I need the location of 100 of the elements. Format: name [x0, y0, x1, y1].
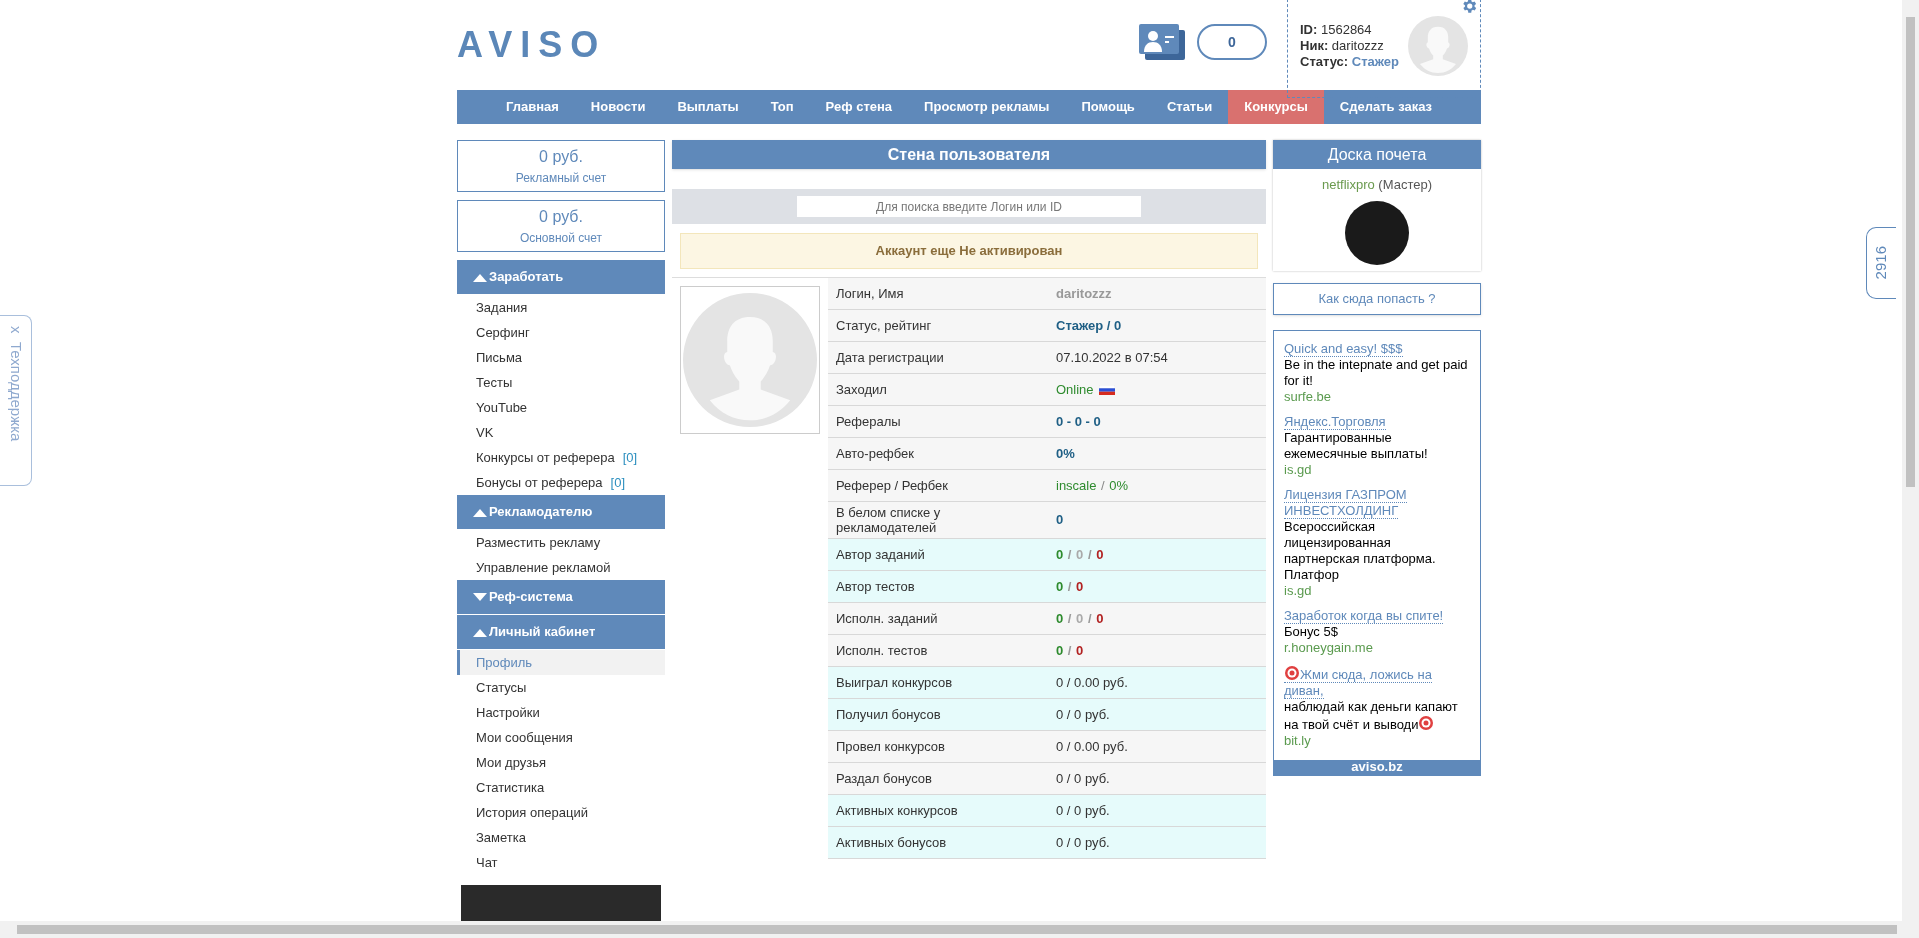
counter-pill[interactable]: 0	[1197, 24, 1267, 60]
sidebar-item[interactable]: Тесты	[457, 370, 665, 395]
section-title: Рекламодателю	[489, 503, 593, 522]
sidebar-section-header[interactable]: Реф-система	[457, 580, 665, 614]
sidebar-item[interactable]: YouTube	[457, 395, 665, 420]
ad-footer[interactable]: aviso.bz	[1274, 759, 1480, 775]
nav-tab[interactable]: Выплаты	[661, 90, 755, 124]
alert-banner: Аккаунт еще Не активирован	[680, 233, 1258, 269]
ad-text: наблюдай как деньги капают на твой счёт и выводи	[1284, 698, 1459, 733]
ad-title[interactable]: Quick and easy! $$$	[1284, 340, 1470, 357]
close-icon[interactable]: x	[4, 326, 27, 334]
section-title: Реф-система	[489, 588, 573, 607]
balance-label: Основной счет	[519, 230, 603, 247]
nav-tab[interactable]: Статьи	[1150, 90, 1229, 124]
row-label: Заходил	[835, 381, 888, 399]
nav-tab[interactable]: Конкурсы	[1228, 90, 1324, 124]
row-value: 0 / 0 руб.	[1056, 801, 1110, 820]
profile-nick: Ник: daritozzz	[1300, 38, 1385, 54]
row-label: Выиграл конкурсов	[835, 674, 954, 692]
ad-domain[interactable]: is.gd	[1284, 582, 1470, 599]
row-label: Активных бонусов	[835, 834, 948, 852]
sidebar-item[interactable]: Мои сообщения	[457, 725, 665, 750]
row-label: Дата регистрации	[835, 349, 945, 367]
sidebar-item[interactable]: Бонусы от реферера [0]	[457, 470, 665, 495]
row-label: Реферер / Рефбек	[835, 477, 949, 495]
ad-domain[interactable]: bit.ly	[1284, 732, 1470, 749]
row-value: 0 / 0 руб.	[1056, 833, 1110, 852]
honor-user: netflixpro (Мастер)	[1322, 176, 1432, 194]
side-counter-tab[interactable]: 2916	[1866, 227, 1896, 299]
sidebar-item[interactable]: Статусы	[457, 675, 665, 700]
ad-text: Be in the intepnate and get paid for it!	[1284, 356, 1469, 389]
wall-title-bar: Стена пользователя	[672, 140, 1266, 169]
flag-icon	[1098, 384, 1115, 395]
sidebar-item[interactable]: Настройки	[457, 700, 665, 725]
search-field[interactable]: Для поиска введите Логин или ID	[797, 196, 1141, 217]
sidebar-item[interactable]: Письма	[457, 345, 665, 370]
sidebar-item[interactable]: Серфинг	[457, 320, 665, 345]
balance-card[interactable]: 0 руб. Основной счет	[457, 200, 665, 252]
nav-tab[interactable]: Новости	[574, 90, 662, 124]
row-label: Активных конкурсов	[835, 802, 959, 820]
row-label: Логин, Имя	[835, 285, 905, 303]
sidebar-section-header[interactable]: Заработать	[457, 260, 665, 294]
balance-amount: 0 руб.	[539, 147, 583, 167]
row-value: 0 / 0.00 руб.	[1056, 673, 1128, 692]
sidebar-section-header[interactable]: Личный кабинет	[457, 615, 665, 649]
section-title: Заработать	[489, 268, 564, 287]
ad-domain[interactable]: surfe.be	[1284, 388, 1470, 405]
sidebar-item[interactable]: VK	[457, 420, 665, 445]
row-label: В белом списке у рекламодателей	[835, 504, 942, 537]
row-value: 07.10.2022 в 07:54	[1056, 348, 1168, 367]
nav-tab[interactable]: Сделать заказ	[1323, 90, 1448, 124]
sidebar-item[interactable]: Разместить рекламу	[457, 530, 665, 555]
support-tab[interactable]: x Техподдержка	[0, 315, 32, 486]
row-value: 0 / 0 / 0	[1056, 545, 1104, 564]
ad-domain[interactable]: r.honeygain.me	[1284, 639, 1470, 656]
balance-card[interactable]: 0 руб. Рекламный счет	[457, 140, 665, 192]
avatar-silhouette	[1408, 16, 1468, 76]
sidebar-section-header[interactable]: Рекламодателю	[457, 495, 665, 529]
count-label: [0]	[622, 448, 638, 467]
row-label: Авто-рефбек	[835, 445, 915, 463]
row-value: 0 / 0	[1056, 577, 1084, 596]
sidebar-item[interactable]: Чат	[457, 850, 665, 875]
honor-title-bar: Доска почета	[1273, 140, 1481, 169]
ad-text: Гарантированные ежемесячные выплаты!	[1284, 429, 1429, 462]
row-value: 0 / 0 руб.	[1056, 769, 1110, 788]
profile-status: Статус: Стажер	[1300, 54, 1399, 70]
sidebar-item[interactable]: Статистика	[457, 775, 665, 800]
nav-tab[interactable]: Реф стена	[809, 90, 909, 124]
ad-domain[interactable]: is.gd	[1284, 461, 1470, 478]
site-logo[interactable]: AVISO	[457, 18, 607, 72]
ad-title[interactable]: Жми сюда, ложись на диван,	[1284, 664, 1470, 699]
section-title: Личный кабинет	[489, 623, 596, 642]
nav-tab[interactable]: Помощь	[1065, 90, 1151, 124]
row-label: Провел конкурсов	[835, 738, 946, 756]
row-label: Автор тестов	[835, 578, 916, 596]
ad-text: Всероссийская лицензированная партнерская платформа. Платфор	[1284, 518, 1437, 583]
row-value: 0 / 0.00 руб.	[1056, 737, 1128, 756]
sidebar-item[interactable]: История операций	[457, 800, 665, 825]
sidebar-item[interactable]: Конкурсы от реферера [0]	[457, 445, 665, 470]
row-label: Автор заданий	[835, 546, 926, 564]
ad-title[interactable]: Лицензия ГАЗПРОМ ИНВЕСТХОЛДИНГ	[1284, 486, 1470, 519]
row-label: Получил бонусов	[835, 706, 942, 724]
row-value: 0%	[1056, 444, 1075, 463]
row-label: Статус, рейтинг	[835, 317, 933, 335]
how-to-get-here-button[interactable]: Как сюда попасть ?	[1273, 282, 1481, 315]
sidebar-item[interactable]: Мои друзья	[457, 750, 665, 775]
contact-card-icon[interactable]	[1139, 24, 1185, 60]
row-label: Рефералы	[835, 413, 902, 431]
sidebar-item[interactable]: Заметка	[457, 825, 665, 850]
sidebar-item[interactable]: Задания	[457, 295, 665, 320]
row-label: Раздал бонусов	[835, 770, 933, 788]
sidebar-item[interactable]: Управление рекламой	[457, 555, 665, 580]
nav-tab[interactable]: Просмотр рекламы	[908, 90, 1066, 124]
count-label: [0]	[610, 473, 626, 492]
nav-tab[interactable]: Главная	[490, 90, 575, 124]
sidebar-item[interactable]: Профиль	[457, 650, 665, 675]
ad-title[interactable]: Заработок когда вы спите!	[1284, 607, 1470, 624]
ad-title[interactable]: Яндекс.Торговля	[1284, 413, 1470, 430]
nav-tab[interactable]: Топ	[754, 90, 810, 124]
ad-text: Бонус 5$	[1284, 623, 1339, 640]
